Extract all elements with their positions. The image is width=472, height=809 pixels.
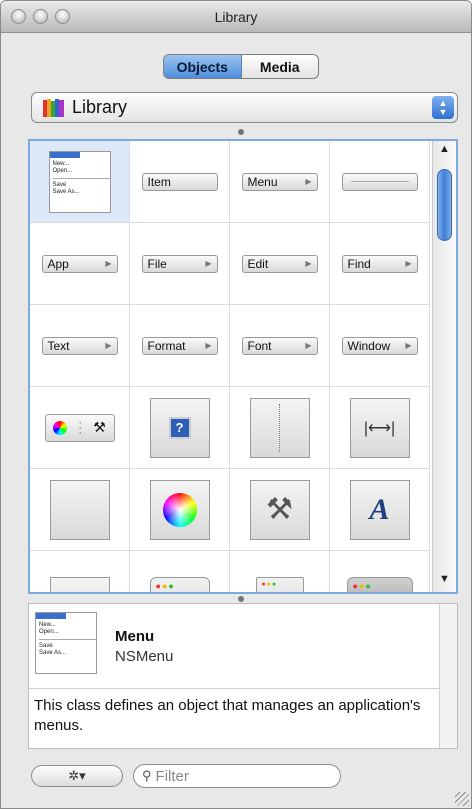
- traffic-lights-icon: ●●●: [261, 580, 278, 588]
- grid-cell-tools[interactable]: ⚒: [230, 469, 330, 551]
- help-object: ?: [149, 397, 210, 458]
- scroll-up-arrow-icon[interactable]: ▲: [439, 143, 450, 155]
- object-class: NSMenu: [115, 648, 174, 665]
- traffic-lights-icon: ●●●: [155, 580, 175, 591]
- action-gear-button[interactable]: ✲▾: [31, 765, 123, 787]
- grid-cell-edit-menu[interactable]: Edit ▶: [230, 223, 330, 305]
- color-wheel-icon: [53, 420, 68, 435]
- grid-cell-help-button[interactable]: ?: [130, 387, 230, 469]
- window-object: ●●●: [149, 576, 210, 592]
- scroll-thumb[interactable]: [437, 169, 452, 241]
- library-popup[interactable]: Library ▲ ▼: [31, 92, 458, 123]
- object-name: Menu: [115, 628, 155, 645]
- objects-grid: New... Open... Save Save As... Item Menu…: [28, 139, 458, 594]
- info-panel: New... Open... Save Save As... Menu NSMe…: [28, 603, 458, 749]
- view-segmented-control[interactable]: Objects Media: [163, 54, 319, 79]
- filter-placeholder: Filter: [155, 767, 189, 785]
- find-menu-object: Find ▶: [341, 254, 418, 273]
- info-divider: [29, 688, 457, 689]
- panel-object: ●●●: [255, 576, 304, 592]
- tools-icon: ⚒: [93, 419, 106, 435]
- grid-cell-separator[interactable]: [330, 141, 430, 223]
- grid-cell-submenu-item[interactable]: Menu ▶: [230, 141, 330, 223]
- grid-cell-vertical-separator[interactable]: [230, 387, 330, 469]
- font-menu-object: Font ▶: [241, 336, 318, 355]
- grid-cell-textured-window[interactable]: ●●●: [330, 551, 430, 592]
- textured-window-object: ●●●: [346, 576, 413, 592]
- grid-cell-custom-view[interactable]: [30, 469, 130, 551]
- library-popup-label: Library: [72, 97, 128, 117]
- printer-icon: ⎙: [71, 594, 89, 595]
- tools-object: ⚒: [249, 479, 310, 540]
- scroll-down-arrow-icon[interactable]: ▼: [439, 573, 450, 585]
- menu-thumbnail: New... Open... Save Save As...: [48, 150, 111, 213]
- font-a-icon: A: [369, 492, 390, 526]
- library-window: Library Objects Media Library ▲ ▼ New... …: [0, 0, 472, 809]
- filter-search-field[interactable]: ⚲ Filter: [133, 764, 341, 788]
- menu-item-object: Item: [141, 172, 218, 191]
- grid-cell-color-panel[interactable]: [130, 469, 230, 551]
- split-grip-top[interactable]: [238, 129, 244, 135]
- object-description: This class defines an object that manage…: [34, 697, 421, 734]
- double-arrow-icon: |⟷|: [363, 419, 396, 437]
- hammer-wrench-icon: ⚒: [266, 493, 293, 526]
- grid-cell-text-menu[interactable]: Text ▶: [30, 305, 130, 387]
- spacer-object: |⟷|: [349, 397, 410, 458]
- submenu-item-object: Menu ▶: [241, 172, 318, 191]
- grid-cell-app-menu[interactable]: App ▶: [30, 223, 130, 305]
- color-wheel-icon: [162, 492, 197, 527]
- tab-objects[interactable]: Objects: [164, 55, 242, 78]
- color-panel-object: [149, 479, 210, 540]
- grid-cell-file-menu[interactable]: File ▶: [130, 223, 230, 305]
- help-icon: ?: [168, 416, 191, 439]
- window-title: Library: [214, 9, 258, 25]
- app-menu-object: App ▶: [41, 254, 118, 273]
- resize-grip-icon[interactable]: [455, 792, 469, 806]
- separator-item-object: [341, 172, 418, 191]
- color-tools-object: ⋮ ⚒: [44, 413, 115, 442]
- grid-cell-window-menu[interactable]: Window ▶: [330, 305, 430, 387]
- magnifier-icon: ⚲: [142, 768, 152, 783]
- grid-scrollbar[interactable]: ▲ ▼: [432, 141, 456, 592]
- grid-cell-find-menu[interactable]: Find ▶: [330, 223, 430, 305]
- grid-cell-format-menu[interactable]: Format ▶: [130, 305, 230, 387]
- selected-object-thumbnail: New... Open... Save Save As...: [35, 612, 97, 674]
- grid-cell-font-menu[interactable]: Font ▶: [230, 305, 330, 387]
- file-menu-object: File ▶: [141, 254, 218, 273]
- edit-menu-object: Edit ▶: [241, 254, 318, 273]
- text-menu-object: Text ▶: [41, 336, 118, 355]
- gear-icon: ✲▾: [68, 768, 86, 783]
- vertical-line-icon: [279, 403, 280, 452]
- grid-cell-font-panel[interactable]: A: [330, 469, 430, 551]
- format-menu-object: Format ▶: [141, 336, 218, 355]
- traffic-lights-icon: ●●●: [352, 580, 372, 591]
- font-panel-object: A: [349, 479, 410, 540]
- printer-object: ⎙: [49, 576, 110, 595]
- grid-cell-window[interactable]: ●●●: [130, 551, 230, 592]
- tab-media[interactable]: Media: [242, 55, 319, 78]
- popup-arrows-icon: ▲ ▼: [432, 96, 454, 119]
- window-menu-object: Window ▶: [341, 336, 418, 355]
- title-bar[interactable]: Library: [1, 1, 471, 33]
- grid-cell-menu-item[interactable]: Item: [130, 141, 230, 223]
- grid-cell-panel[interactable]: ●●●: [230, 551, 330, 592]
- info-scrollbar[interactable]: [439, 604, 457, 748]
- library-books-icon: [43, 99, 64, 117]
- grid-cell-spacer[interactable]: |⟷|: [330, 387, 430, 469]
- grid-cell-color-tools[interactable]: ⋮ ⚒: [30, 387, 130, 469]
- vertical-line-object: [249, 397, 310, 458]
- custom-view-object: [49, 479, 110, 540]
- grid-cell-menu[interactable]: New... Open... Save Save As...: [30, 141, 130, 223]
- grid-cell-print-panel[interactable]: ⎙: [30, 551, 130, 595]
- split-grip-bottom[interactable]: [238, 596, 244, 602]
